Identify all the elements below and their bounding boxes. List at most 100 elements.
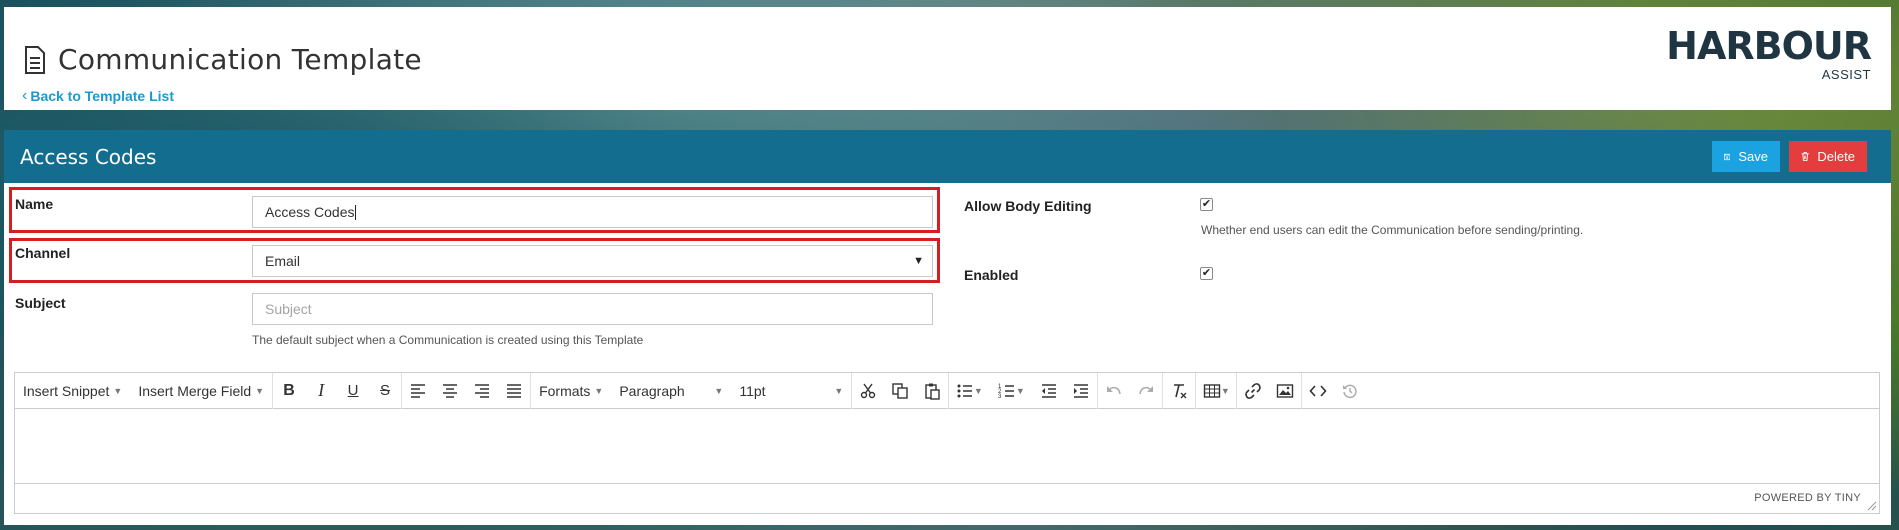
- paragraph-label: Paragraph: [619, 382, 685, 399]
- strikethrough-button[interactable]: S: [369, 373, 401, 409]
- bullet-list-icon: [957, 384, 972, 397]
- allow-body-editing-label: Allow Body Editing: [964, 198, 1092, 214]
- source-code-button[interactable]: [1302, 373, 1334, 409]
- allow-body-editing-help: Whether end users can edit the Communica…: [1201, 223, 1584, 237]
- code-icon: [1309, 384, 1327, 397]
- svg-text:3: 3: [998, 394, 1002, 400]
- channel-highlight-box: [9, 238, 940, 283]
- insert-snippet-dropdown[interactable]: Insert Snippet ▼: [15, 373, 130, 409]
- caret-down-icon: ▼: [1220, 385, 1230, 396]
- subject-label: Subject: [15, 295, 66, 311]
- trash-icon: [1801, 152, 1809, 161]
- history-icon: [1343, 384, 1358, 398]
- align-right-button[interactable]: [466, 373, 498, 409]
- restore-draft-button[interactable]: [1334, 373, 1366, 409]
- copy-button[interactable]: [884, 373, 916, 409]
- font-size-label: 11pt: [739, 382, 766, 399]
- delete-label: Delete: [1817, 149, 1855, 164]
- align-justify-button[interactable]: [498, 373, 530, 409]
- paste-button[interactable]: [916, 373, 948, 409]
- align-center-icon: [443, 383, 458, 398]
- allow-body-editing-checkbox[interactable]: ✔: [1200, 198, 1213, 211]
- align-left-icon: [411, 383, 426, 398]
- image-icon: [1277, 383, 1294, 398]
- clear-formatting-icon: [1174, 383, 1187, 398]
- italic-icon: I: [318, 380, 325, 400]
- caret-down-icon: ▼: [594, 385, 604, 396]
- logo-main-text: HARBOUR: [1666, 24, 1872, 68]
- insert-snippet-label: Insert Snippet: [23, 382, 110, 399]
- cut-icon: [861, 383, 876, 398]
- harbour-assist-logo: HARBOUR ASSIST: [1666, 24, 1872, 84]
- insert-merge-field-dropdown[interactable]: Insert Merge Field ▼: [130, 373, 272, 409]
- subject-placeholder: Subject: [265, 301, 312, 317]
- copy-icon: [892, 382, 909, 399]
- underline-icon: U: [347, 382, 359, 399]
- undo-button[interactable]: [1098, 373, 1130, 409]
- resize-handle-icon[interactable]: [1867, 501, 1877, 511]
- align-center-button[interactable]: [434, 373, 466, 409]
- page-title: Communication Template: [24, 43, 422, 76]
- insert-link-button[interactable]: [1237, 373, 1269, 409]
- chevron-left-icon: ‹: [22, 87, 28, 104]
- table-icon: [1203, 383, 1221, 398]
- editor-statusbar: POWERED BY TINY: [15, 483, 1879, 513]
- panel-header: Access Codes Save Delete: [4, 130, 1891, 183]
- outdent-icon: [1042, 383, 1057, 398]
- caret-down-icon: ▼: [834, 385, 844, 396]
- panel-title: Access Codes: [20, 145, 157, 169]
- caret-down-icon: ▼: [973, 385, 983, 396]
- delete-button[interactable]: Delete: [1789, 141, 1867, 172]
- caret-down-icon: ▼: [1015, 385, 1025, 396]
- align-left-button[interactable]: [402, 373, 434, 409]
- font-size-dropdown[interactable]: 11pt ▼: [731, 373, 851, 409]
- indent-button[interactable]: [1065, 373, 1097, 409]
- italic-button[interactable]: I: [305, 373, 337, 409]
- enabled-label: Enabled: [964, 267, 1019, 283]
- outdent-button[interactable]: [1033, 373, 1065, 409]
- cut-button[interactable]: [852, 373, 884, 409]
- redo-button[interactable]: [1130, 373, 1162, 409]
- bold-button[interactable]: B: [273, 373, 305, 409]
- bold-icon: B: [283, 381, 295, 399]
- logo-sub-text: ASSIST: [1821, 67, 1871, 82]
- subject-help-text: The default subject when a Communication…: [252, 333, 644, 347]
- redo-icon: [1139, 385, 1154, 394]
- page-title-text: Communication Template: [58, 43, 422, 76]
- powered-by-tiny-link[interactable]: POWERED BY TINY: [1754, 492, 1861, 504]
- name-highlight-box: [9, 187, 940, 233]
- indent-icon: [1074, 383, 1089, 398]
- back-to-template-list-link[interactable]: ‹ Back to Template List: [22, 87, 174, 105]
- insert-merge-field-label: Insert Merge Field: [138, 382, 252, 399]
- page-header: Communication Template ‹ Back to Templat…: [4, 7, 1891, 110]
- document-icon: [24, 45, 46, 75]
- insert-image-button[interactable]: [1269, 373, 1301, 409]
- numbered-list-button[interactable]: 123 ▼: [989, 373, 1033, 409]
- caret-down-icon: ▼: [255, 385, 265, 396]
- table-button[interactable]: ▼: [1196, 373, 1236, 409]
- paste-icon: [925, 383, 941, 400]
- link-icon: [1245, 382, 1262, 399]
- align-justify-icon: [507, 383, 522, 398]
- editor-toolbar: Insert Snippet ▼ Insert Merge Field ▼ B …: [15, 372, 1879, 409]
- enabled-checkbox[interactable]: ✔: [1200, 267, 1213, 280]
- editor-content-area[interactable]: [15, 409, 1879, 483]
- caret-down-icon: ▼: [714, 385, 724, 396]
- strikethrough-icon: S: [380, 382, 391, 399]
- save-icon: [1724, 153, 1731, 160]
- clear-formatting-button[interactable]: [1163, 373, 1195, 409]
- paragraph-dropdown[interactable]: Paragraph ▼: [611, 373, 731, 409]
- save-label: Save: [1738, 149, 1768, 164]
- undo-icon: [1107, 385, 1122, 394]
- bullet-list-button[interactable]: ▼: [949, 373, 989, 409]
- rich-text-editor: Insert Snippet ▼ Insert Merge Field ▼ B …: [14, 372, 1880, 514]
- back-link-label: Back to Template List: [30, 88, 174, 104]
- formats-label: Formats: [539, 382, 591, 399]
- save-button[interactable]: Save: [1712, 141, 1780, 172]
- subject-input[interactable]: Subject: [252, 293, 933, 325]
- align-right-icon: [475, 383, 490, 398]
- underline-button[interactable]: U: [337, 373, 369, 409]
- formats-dropdown[interactable]: Formats ▼: [531, 373, 611, 409]
- numbered-list-icon: 123: [998, 384, 1014, 400]
- caret-down-icon: ▼: [113, 385, 123, 396]
